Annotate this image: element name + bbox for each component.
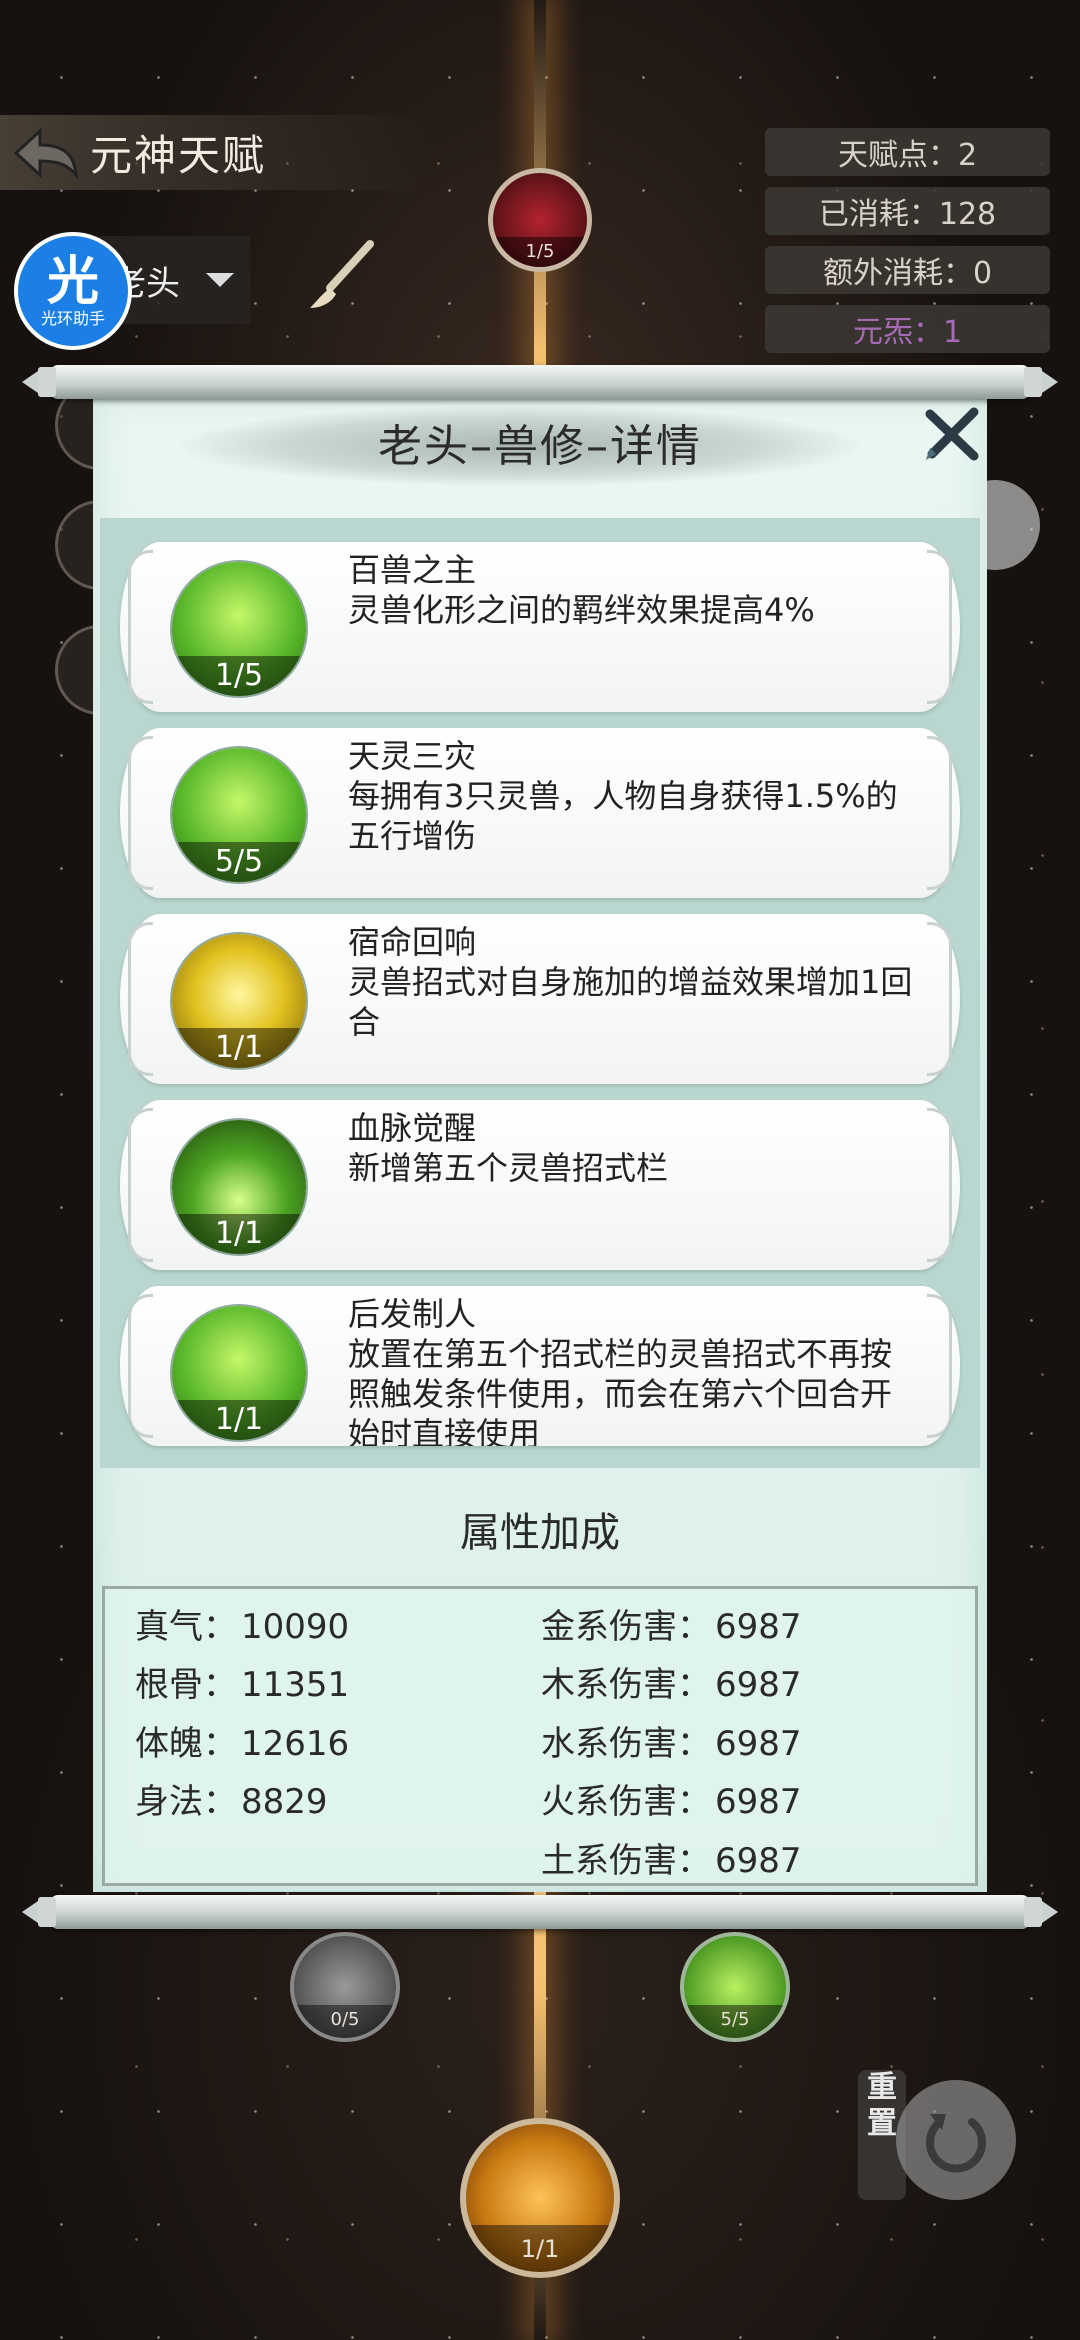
close-icon[interactable] bbox=[922, 404, 982, 464]
list-item[interactable]: 5/5 天灵三灾 每拥有3只灵兽，人物自身获得1.5%的五行增伤 bbox=[120, 728, 960, 898]
list-item[interactable]: 1/5 百兽之主 灵兽化形之间的羁绊效果提高4% bbox=[120, 542, 960, 712]
counterstrike-icon: 1/1 bbox=[172, 1306, 306, 1440]
talent-desc: 灵兽招式对自身施加的增益效果增加1回合 bbox=[348, 963, 913, 1041]
attribute-row: 根骨： 11351 bbox=[135, 1665, 350, 1705]
back-arrow-icon bbox=[13, 127, 78, 180]
talent-desc: 灵兽化形之间的羁绊效果提高4% bbox=[348, 591, 815, 629]
talent-node-bottom[interactable]: 1/1 bbox=[460, 2118, 620, 2278]
chevron-down-icon bbox=[206, 273, 234, 287]
scroll-rod-bottom bbox=[22, 1895, 1058, 1929]
page-title: 元神天赋 bbox=[90, 131, 267, 180]
attribute-row: 金系伤害： 6987 bbox=[541, 1607, 802, 1647]
panel-title: 老头–兽修–详情 bbox=[378, 421, 702, 472]
attributes-title: 属性加成 bbox=[460, 1510, 620, 1556]
consumed-stat: 已消耗：128 bbox=[765, 187, 1050, 235]
assist-overlay-badge[interactable]: 光 光环助手 bbox=[14, 232, 132, 350]
scroll-rod-top bbox=[22, 365, 1058, 399]
talent-name: 后发制人 bbox=[348, 1295, 477, 1333]
list-item[interactable]: 1/1 后发制人 放置在第五个招式栏的灵兽招式不再按照触发条件使用，而会在第六个… bbox=[120, 1286, 960, 1446]
attribute-row: 真气： 10090 bbox=[135, 1607, 350, 1647]
talent-name: 百兽之主 bbox=[348, 551, 477, 589]
extra-consumed-stat: 额外消耗：0 bbox=[765, 246, 1050, 294]
list-item[interactable]: 1/1 血脉觉醒 新增第五个灵兽招式栏 bbox=[120, 1100, 960, 1270]
bloodline-awaken-icon: 1/1 bbox=[172, 1120, 306, 1254]
talent-desc: 新增第五个灵兽招式栏 bbox=[348, 1149, 669, 1187]
node-level: 1/5 bbox=[493, 236, 587, 267]
fate-echo-icon: 1/1 bbox=[172, 934, 306, 1068]
talent-name: 天灵三灾 bbox=[348, 737, 477, 775]
talent-node-locked[interactable]: 0/5 bbox=[290, 1932, 400, 2042]
talent-node-top[interactable]: 1/5 bbox=[488, 168, 592, 272]
attribute-row: 木系伤害： 6987 bbox=[541, 1665, 802, 1705]
attribute-row: 水系伤害： 6987 bbox=[541, 1724, 802, 1764]
attribute-row: 土系伤害： 6987 bbox=[541, 1841, 802, 1881]
list-item[interactable]: 1/1 宿命回响 灵兽招式对自身施加的增益效果增加1回合 bbox=[120, 914, 960, 1084]
attribute-row: 体魄： 12616 bbox=[135, 1724, 350, 1764]
talent-list[interactable]: 1/5 百兽之主 灵兽化形之间的羁绊效果提高4% 5/5 天灵三灾 每拥有3只灵… bbox=[100, 518, 980, 1468]
attribute-row: 火系伤害： 6987 bbox=[541, 1782, 802, 1822]
yuansha-stat: 元炁：1 bbox=[765, 305, 1050, 353]
beast-lord-icon: 1/5 bbox=[172, 562, 306, 696]
attribute-row: 身法： 8829 bbox=[135, 1782, 328, 1822]
talent-name: 血脉觉醒 bbox=[348, 1109, 477, 1147]
refresh-icon bbox=[926, 2114, 986, 2173]
talent-desc: 每拥有3只灵兽，人物自身获得1.5%的五行增伤 bbox=[348, 777, 898, 855]
attributes-box: 真气： 10090 根骨： 11351 体魄： 12616 身法： 8829 金系伤害：… bbox=[102, 1586, 978, 1886]
talent-points-stat: 天赋点：2 bbox=[765, 128, 1050, 176]
talent-desc: 放置在第五个招式栏的灵兽招式不再按照触发条件使用，而会在第六个回合开始时直接使用 bbox=[348, 1335, 893, 1446]
talent-name: 宿命回响 bbox=[348, 923, 477, 961]
three-calamities-icon: 5/5 bbox=[172, 748, 306, 882]
brush-icon[interactable] bbox=[300, 236, 380, 316]
title-bar: 元神天赋 bbox=[0, 115, 430, 190]
reset-button[interactable] bbox=[896, 2080, 1016, 2200]
back-button[interactable] bbox=[0, 115, 90, 190]
talent-node-right[interactable]: 5/5 bbox=[680, 1932, 790, 2042]
